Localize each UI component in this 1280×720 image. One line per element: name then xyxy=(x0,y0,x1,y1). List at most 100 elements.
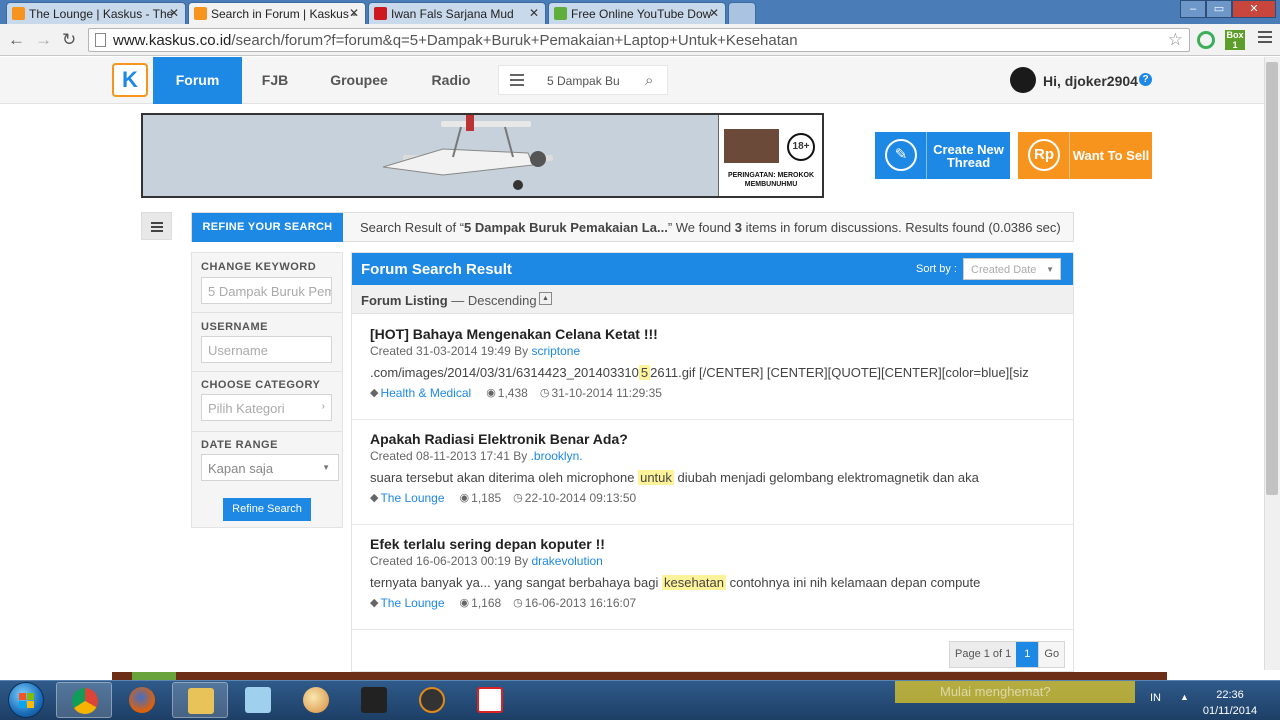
close-tab-icon[interactable]: ✕ xyxy=(169,6,179,20)
chevron-right-icon: › xyxy=(321,401,325,412)
browser-tab[interactable]: Iwan Fals Sarjana Mud ✕ xyxy=(368,2,546,24)
nav-fjb[interactable]: FJB xyxy=(254,57,296,104)
username-input[interactable]: Username xyxy=(201,336,332,363)
age-badge: 18+ xyxy=(787,133,815,161)
browser-tab-strip: The Lounge | Kaskus - The ✕ Search in Fo… xyxy=(0,0,1280,24)
bottom-ad-strip[interactable] xyxy=(112,672,1167,680)
address-bar[interactable]: www.kaskus.co.id/search/forum?f=forum&q=… xyxy=(88,28,1190,52)
browser-toolbar: ← → ↻ www.kaskus.co.id/search/forum?f=fo… xyxy=(0,24,1280,56)
sidebar-toggle-icon[interactable] xyxy=(141,212,172,240)
kaskus-logo[interactable]: K xyxy=(112,63,148,97)
browser-tab[interactable]: The Lounge | Kaskus - The ✕ xyxy=(6,2,186,24)
category-link[interactable]: Health & Medical xyxy=(380,386,471,400)
taskbar-app[interactable] xyxy=(404,682,460,718)
author-link[interactable]: scriptone xyxy=(531,344,580,358)
url-text[interactable]: www.kaskus.co.id/search/forum?f=forum&q=… xyxy=(113,32,798,49)
box-extension-icon[interactable]: Box 1 xyxy=(1225,30,1245,50)
result-snippet: suara tersebut akan diterima oleh microp… xyxy=(370,470,979,485)
daterange-section: DATE RANGE Kapan saja ▼ Refine Search xyxy=(192,432,342,527)
results-header: Forum Search Result Sort by : Created Da… xyxy=(352,253,1073,285)
taskbar-explorer[interactable] xyxy=(172,682,228,718)
category-link[interactable]: The Lounge xyxy=(380,491,444,505)
avatar[interactable] xyxy=(1010,67,1036,93)
tag-icon: ◆ xyxy=(370,387,379,399)
list-icon[interactable] xyxy=(510,74,524,89)
new-tab-button[interactable] xyxy=(728,2,756,24)
eye-icon: ◉ xyxy=(459,492,470,504)
result-title[interactable]: Apakah Radiasi Elektronik Benar Ada? xyxy=(370,431,628,447)
user-greeting[interactable]: Hi, djoker2904 xyxy=(1043,73,1138,89)
header-search-input[interactable]: 5 Dampak Bu xyxy=(547,74,620,88)
taskbar-app[interactable] xyxy=(462,682,518,718)
window-controls: – ▭ ✕ xyxy=(1180,0,1276,18)
biplane-image xyxy=(143,115,720,196)
author-link[interactable]: .brooklyn. xyxy=(531,449,583,463)
site-header: K Forum FJB Groupee Radio 5 Dampak Bu ⌕ … xyxy=(0,57,1264,104)
go-button[interactable]: Go xyxy=(1038,642,1065,667)
scrollbar-thumb[interactable] xyxy=(1266,62,1278,495)
forward-arrow-icon[interactable]: → xyxy=(35,30,52,50)
taskbar-chrome[interactable] xyxy=(56,682,112,718)
page-icon xyxy=(95,33,106,47)
taskbar-blackberry[interactable] xyxy=(346,682,402,718)
nav-groupee[interactable]: Groupee xyxy=(323,57,395,104)
search-result-item: Apakah Radiasi Elektronik Benar Ada? Cre… xyxy=(352,420,1073,525)
chrome-menu-icon[interactable] xyxy=(1258,31,1272,46)
create-thread-button[interactable]: ✎ Create New Thread xyxy=(875,132,1010,179)
language-indicator[interactable]: IN xyxy=(1150,692,1161,704)
rupiah-icon: Rp xyxy=(1018,132,1070,179)
taskbar-background-text: Mulai menghemat? xyxy=(940,684,1051,699)
collapse-icon[interactable]: ▲ xyxy=(539,292,552,305)
close-window-button[interactable]: ✕ xyxy=(1232,0,1276,18)
close-tab-icon[interactable]: ✕ xyxy=(349,6,359,20)
taskbar-clock[interactable]: 22:36 01/11/2014 xyxy=(1190,687,1270,719)
pencil-icon: ✎ xyxy=(875,132,927,179)
taskbar-app[interactable] xyxy=(230,682,286,718)
eye-icon: ◉ xyxy=(486,387,496,399)
page-1-button[interactable]: 1 xyxy=(1016,642,1039,667)
refine-search-tab[interactable]: REFINE YOUR SEARCH xyxy=(192,213,343,242)
want-to-sell-button[interactable]: Rp Want To Sell xyxy=(1018,132,1152,179)
result-title[interactable]: Efek terlalu sering depan koputer !! xyxy=(370,536,605,552)
close-tab-icon[interactable]: ✕ xyxy=(709,6,719,20)
extension-icon[interactable] xyxy=(1197,31,1215,49)
caret-down-icon: ▼ xyxy=(322,463,330,472)
clock-icon: ◷ xyxy=(513,597,523,609)
maximize-button[interactable]: ▭ xyxy=(1206,0,1232,18)
daterange-select[interactable]: Kapan saja ▼ xyxy=(201,454,339,481)
back-arrow-icon[interactable]: ← xyxy=(8,30,25,50)
result-meta: Created 16-06-2013 00:19 By drakevolutio… xyxy=(370,554,603,568)
refine-search-button[interactable]: Refine Search xyxy=(223,498,311,521)
author-link[interactable]: drakevolution xyxy=(531,554,602,568)
result-footer: ◆ The Lounge ◉ 1,185 ◷ 22-10-2014 09:13:50 xyxy=(370,491,637,505)
close-tab-icon[interactable]: ✕ xyxy=(529,6,539,20)
result-meta: Created 08-11-2013 17:41 By .brooklyn. xyxy=(370,449,583,463)
category-select[interactable]: Pilih Kategori › xyxy=(201,394,332,421)
nav-radio[interactable]: Radio xyxy=(426,57,476,104)
ad-banner[interactable]: 18+ PERINGATAN: MEROKOK MEMBUNUHMU xyxy=(141,113,824,198)
help-icon[interactable]: ? xyxy=(1139,73,1152,86)
keyword-input[interactable]: 5 Dampak Buruk Pem xyxy=(201,277,332,304)
minimize-button[interactable]: – xyxy=(1180,0,1206,18)
robot-icon xyxy=(419,687,445,713)
result-meta: Created 31-03-2014 19:49 By scriptone xyxy=(370,344,581,358)
results-panel: Forum Search Result Sort by : Created Da… xyxy=(351,252,1074,672)
sort-select[interactable]: Created Date ▼ xyxy=(963,258,1061,280)
browser-tab[interactable]: Free Online YouTube Dow ✕ xyxy=(548,2,726,24)
username-section: USERNAME Username xyxy=(192,313,342,372)
taskbar-paint[interactable] xyxy=(288,682,344,718)
category-link[interactable]: The Lounge xyxy=(380,596,444,610)
reload-icon[interactable]: ↻ xyxy=(62,30,76,50)
kaskus-favicon-icon xyxy=(12,7,25,20)
firefox-icon xyxy=(129,687,155,713)
taskbar-firefox[interactable] xyxy=(114,682,170,718)
tray-expand-icon[interactable]: ▲ xyxy=(1180,692,1189,702)
result-title[interactable]: [HOT] Bahaya Mengenakan Celana Ketat !!! xyxy=(370,326,658,342)
nav-forum[interactable]: Forum xyxy=(153,57,242,104)
search-icon[interactable]: ⌕ xyxy=(645,72,653,89)
browser-tab-active[interactable]: Search in Forum | Kaskus - ✕ xyxy=(188,2,366,24)
start-button[interactable] xyxy=(8,682,44,718)
result-snippet: ternyata banyak ya... yang sangat berbah… xyxy=(370,575,981,590)
bookmark-star-icon[interactable]: ☆ xyxy=(1168,30,1183,50)
keyword-section: CHANGE KEYWORD 5 Dampak Buruk Pem xyxy=(192,253,342,313)
